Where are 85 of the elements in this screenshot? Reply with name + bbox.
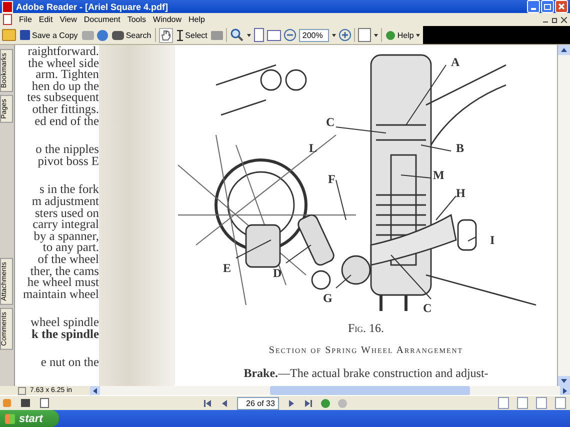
text-line: the wheel side bbox=[27, 58, 99, 70]
text-line: tes subsequent bbox=[26, 92, 99, 104]
minimize-button[interactable] bbox=[527, 0, 540, 13]
last-page-icon[interactable] bbox=[304, 398, 313, 408]
zoom-icon[interactable] bbox=[230, 28, 244, 42]
menu-item[interactable]: Document bbox=[84, 15, 120, 24]
text-line: hen do up the bbox=[30, 80, 99, 92]
horizontal-scrollbar[interactable] bbox=[90, 386, 570, 395]
window-title: Adobe Reader - [Ariel Square 4.pdf] bbox=[16, 2, 168, 12]
fit-page-icon[interactable] bbox=[254, 28, 264, 42]
text-line: pivot boss E bbox=[36, 156, 99, 168]
text-line: maintain wheel bbox=[22, 288, 99, 300]
text-line: arm. Tighten bbox=[36, 69, 99, 81]
menu-item[interactable]: View bbox=[60, 15, 77, 24]
document-icon[interactable] bbox=[40, 398, 49, 408]
text-line: raightforward. bbox=[26, 46, 99, 58]
save-copy-button[interactable]: Save a Copy bbox=[19, 29, 79, 41]
menu-item[interactable]: Edit bbox=[38, 15, 53, 24]
next-page-icon[interactable] bbox=[287, 398, 296, 408]
page-icon[interactable] bbox=[18, 386, 26, 394]
continuous-facing-icon[interactable] bbox=[555, 397, 566, 409]
help-button[interactable]: Help bbox=[385, 30, 421, 40]
restore-button[interactable] bbox=[552, 16, 558, 22]
start-button[interactable]: start bbox=[0, 410, 59, 427]
caret-icon[interactable] bbox=[247, 34, 252, 36]
text-line: of the wheel bbox=[36, 254, 99, 266]
figure-label: L bbox=[309, 142, 318, 154]
figure-label: B bbox=[456, 142, 464, 154]
body-text: Brake.—The actual brake construction and adjust- bbox=[244, 366, 488, 381]
figure-label: M bbox=[433, 169, 444, 181]
previous-page-icon[interactable] bbox=[220, 398, 229, 408]
scroll-thumb[interactable] bbox=[270, 386, 470, 395]
figure-subtitle: Section of Spring Wheel Arrangement bbox=[268, 345, 464, 356]
text-line: he wheel must bbox=[26, 277, 99, 289]
page-number-field[interactable]: 26 of 33 bbox=[237, 396, 279, 410]
document-icon[interactable] bbox=[3, 14, 12, 25]
menu-item[interactable]: Tools bbox=[127, 15, 146, 24]
select-button[interactable]: Select bbox=[176, 28, 208, 42]
zoom-in-icon[interactable] bbox=[339, 29, 352, 41]
zoom-out-icon[interactable] bbox=[284, 29, 296, 41]
figure-label: A bbox=[451, 56, 460, 68]
figure-label: E bbox=[223, 262, 232, 274]
first-page-icon[interactable] bbox=[203, 398, 212, 408]
text-line: o the nipples bbox=[34, 144, 99, 156]
text-line: sters used on bbox=[34, 208, 99, 220]
menu-item[interactable]: Help bbox=[188, 15, 205, 24]
text-line: k the spindle bbox=[30, 328, 99, 340]
search-button[interactable]: Search bbox=[110, 30, 152, 40]
figure-label: D bbox=[273, 267, 282, 279]
vertical-scrollbar[interactable] bbox=[557, 45, 570, 386]
caret-icon[interactable] bbox=[332, 34, 336, 36]
text-line: wheel spindle bbox=[30, 317, 99, 329]
text-line: s in the fork bbox=[38, 184, 99, 196]
figure-label: I bbox=[490, 234, 495, 246]
figure-label: H bbox=[456, 187, 466, 199]
text-line: by a spanner, bbox=[34, 230, 99, 242]
figure-label: G bbox=[323, 292, 332, 304]
close-icon[interactable] bbox=[558, 3, 565, 10]
text-line: to any part. bbox=[42, 242, 99, 254]
app-icon[interactable] bbox=[2, 0, 13, 12]
fit-width-icon[interactable] bbox=[267, 30, 282, 40]
zoom-field[interactable]: 200% bbox=[299, 28, 330, 42]
help-icon[interactable] bbox=[386, 30, 396, 40]
text-line: ther, the cams bbox=[30, 266, 99, 278]
single-page-icon[interactable] bbox=[498, 397, 509, 409]
menu-item[interactable]: File bbox=[19, 15, 32, 24]
close-button[interactable] bbox=[561, 16, 567, 22]
text-line: m adjustment bbox=[30, 196, 99, 208]
figure-caption: Fig. 16. bbox=[348, 321, 384, 336]
figure-label: F bbox=[328, 173, 336, 185]
text-line: carry integral bbox=[32, 219, 99, 231]
caret-icon[interactable] bbox=[416, 34, 420, 36]
text-line: other fittings. bbox=[31, 104, 99, 116]
text-line: ed end of the bbox=[34, 116, 99, 128]
figure-label: C bbox=[423, 302, 432, 314]
text-cursor-icon[interactable] bbox=[177, 30, 184, 40]
figure-label: C bbox=[326, 116, 335, 128]
back-icon[interactable] bbox=[321, 398, 330, 408]
maximize-button[interactable] bbox=[541, 0, 554, 13]
caret-icon[interactable] bbox=[374, 34, 378, 36]
facing-pages-icon[interactable] bbox=[536, 397, 547, 409]
menu-item[interactable]: Window bbox=[153, 15, 182, 24]
pages-icon[interactable] bbox=[358, 28, 372, 42]
continuous-page-icon[interactable] bbox=[517, 397, 528, 409]
text-line: e nut on the bbox=[40, 357, 99, 370]
